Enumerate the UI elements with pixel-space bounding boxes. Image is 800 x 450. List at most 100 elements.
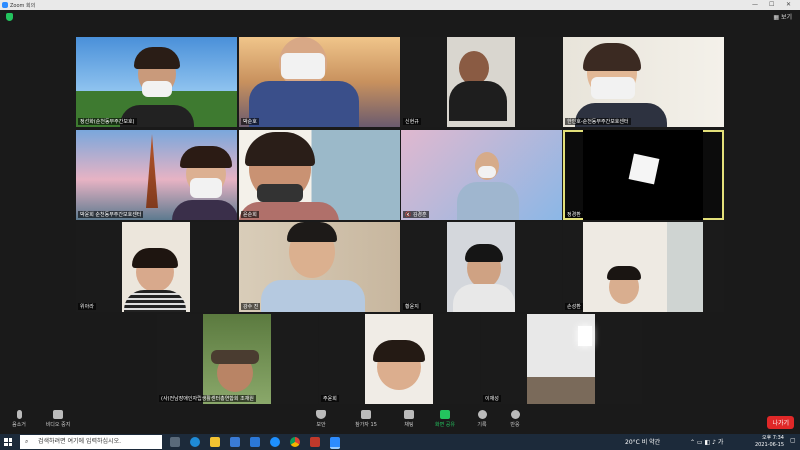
video-tile[interactable]: 강수 진 <box>239 222 400 312</box>
video-tile[interactable]: 신현규 <box>401 37 562 127</box>
participant-hair <box>180 146 232 168</box>
share-label: 화면 공유 <box>435 422 455 428</box>
participant-hair <box>607 266 641 280</box>
reactions-label: 반응 <box>510 422 520 428</box>
participant-name: 주윤희 <box>321 395 339 402</box>
participant-body <box>449 81 507 121</box>
reactions-button[interactable]: 반응 <box>500 410 530 428</box>
video-tile[interactable]: 정선화(순천동부주간보호) <box>76 37 237 127</box>
minimize-icon[interactable]: — <box>752 1 758 8</box>
task-view-icon[interactable] <box>170 437 180 447</box>
windows-start-icon[interactable] <box>4 438 12 446</box>
video-tile[interactable]: 박윤희 순천동부주간보호센터 <box>76 130 237 220</box>
clock-date: 2021-06-15 <box>754 442 784 448</box>
participant-name: 손성환 <box>565 303 583 310</box>
participant-hair <box>134 47 180 69</box>
eiffel-tower-background <box>146 134 158 208</box>
video-tile[interactable]: 황윤지 <box>401 222 562 312</box>
light-square <box>628 153 660 185</box>
participant-hair <box>287 222 337 242</box>
windows-taskbar: 검색하려면 여기에 입력하십시오. 20°C 비 약간 ⌃ ▭ ◧ ♪ 가 오후… <box>0 434 800 450</box>
share-screen-button[interactable]: 화면 공유 <box>430 410 460 428</box>
system-tray-icons[interactable]: ⌃ ▭ ◧ ♪ 가 <box>690 437 723 446</box>
video-tile[interactable]: 🔇 김경훈 <box>401 130 562 220</box>
chat-button[interactable]: 채팅 <box>394 410 424 428</box>
video-feed <box>583 222 703 312</box>
video-label: 비디오 중지 <box>45 422 71 428</box>
shield-icon <box>316 410 326 419</box>
chat-label: 채팅 <box>404 422 414 428</box>
face-mask <box>257 184 303 202</box>
chrome-icon[interactable] <box>290 437 300 447</box>
participant-name: 이재성 <box>483 395 501 402</box>
emoji-icon <box>510 410 520 419</box>
participant-name: 신현규 <box>403 118 421 125</box>
clock-time: 오후 7:34 <box>761 435 784 441</box>
face-mask <box>478 166 496 178</box>
participant-body <box>172 200 237 220</box>
participant-name: 한인호-순천동부주간보호센터 <box>565 118 631 125</box>
ie-icon[interactable] <box>270 437 280 447</box>
record-button[interactable]: 기록 <box>467 410 497 428</box>
record-icon <box>477 410 487 419</box>
window-light <box>578 326 592 346</box>
participants-icon <box>361 410 371 419</box>
stop-video-button[interactable]: 비디오 중지 <box>40 410 76 428</box>
close-icon[interactable]: ✕ <box>786 1 791 8</box>
participant-name: 박순호 <box>241 118 259 125</box>
zoom-logo-icon <box>2 2 8 8</box>
participant-name: 정선화(순천동부주간보호) <box>78 118 137 125</box>
record-label: 기록 <box>477 422 487 428</box>
video-tile[interactable]: 이재성 <box>481 314 642 404</box>
participant-hat <box>211 350 259 364</box>
face-mask <box>190 178 222 198</box>
participant-name: 🔇 김경훈 <box>403 211 429 218</box>
share-screen-icon <box>440 410 450 419</box>
taskbar-search-input[interactable]: 검색하려면 여기에 입력하십시오. <box>20 435 162 449</box>
microphone-icon <box>16 410 22 419</box>
participant-body <box>457 182 519 220</box>
security-shield-icon[interactable] <box>6 13 13 21</box>
face-mask <box>591 77 635 99</box>
view-button[interactable]: ▦ 보기 <box>773 12 792 21</box>
mute-button[interactable]: 음소거 <box>4 410 34 428</box>
pdf-icon[interactable] <box>310 437 320 447</box>
store-icon[interactable] <box>230 437 240 447</box>
meeting-toolbar: 음소거 비디오 중지 보안 참가자 15 채팅 화면 공유 기록 반응 나가기 <box>0 406 800 434</box>
participant-name: 위아라 <box>78 303 96 310</box>
video-tile[interactable]: 한인호-순천동부주간보호센터 <box>563 37 724 127</box>
face-mask <box>281 53 325 79</box>
weather-status[interactable]: 20°C 비 약간 <box>625 437 660 446</box>
participant-hair <box>245 132 315 166</box>
face-mask <box>142 81 172 97</box>
zoom-taskbar-icon[interactable] <box>330 437 340 449</box>
video-tile[interactable]: 위아라 <box>76 222 237 312</box>
participant-name: 윤순희 <box>241 211 259 218</box>
video-tile[interactable]: 윤순희 <box>239 130 400 220</box>
video-tile[interactable]: 주윤희 <box>319 314 480 404</box>
video-tile[interactable]: 손성환 <box>563 222 724 312</box>
edge-icon[interactable] <box>190 437 200 447</box>
participant-body <box>453 284 515 312</box>
participant-name: 박윤희 순천동부주간보호센터 <box>78 211 144 218</box>
leave-button[interactable]: 나가기 <box>767 416 794 429</box>
maximize-icon[interactable]: ☐ <box>769 1 774 8</box>
security-button[interactable]: 보안 <box>306 410 336 428</box>
video-tile[interactable]: (사)전남장애인자립생활센터총연합회 조재원 <box>157 314 318 404</box>
participant-hair <box>132 248 178 268</box>
notification-icon[interactable]: ▢ <box>790 437 796 444</box>
window-title: Zoom 회의 <box>10 3 36 9</box>
participant-hair <box>373 340 425 362</box>
participant-name-text: 김경훈 <box>412 212 427 218</box>
mute-label: 음소거 <box>12 422 26 428</box>
participant-body <box>261 280 365 312</box>
participants-label: 참가자 <box>355 422 369 428</box>
file-explorer-icon[interactable] <box>210 437 220 447</box>
taskbar-clock[interactable]: 오후 7:34 2021-06-15 <box>755 435 784 449</box>
video-camera-icon <box>53 410 63 419</box>
mail-icon[interactable] <box>250 437 260 447</box>
chat-icon <box>404 410 414 419</box>
video-tile-active-speaker[interactable]: 정경환 <box>563 130 724 220</box>
video-tile[interactable]: 박순호 <box>239 37 400 127</box>
participants-button[interactable]: 참가자 15 <box>351 410 381 428</box>
